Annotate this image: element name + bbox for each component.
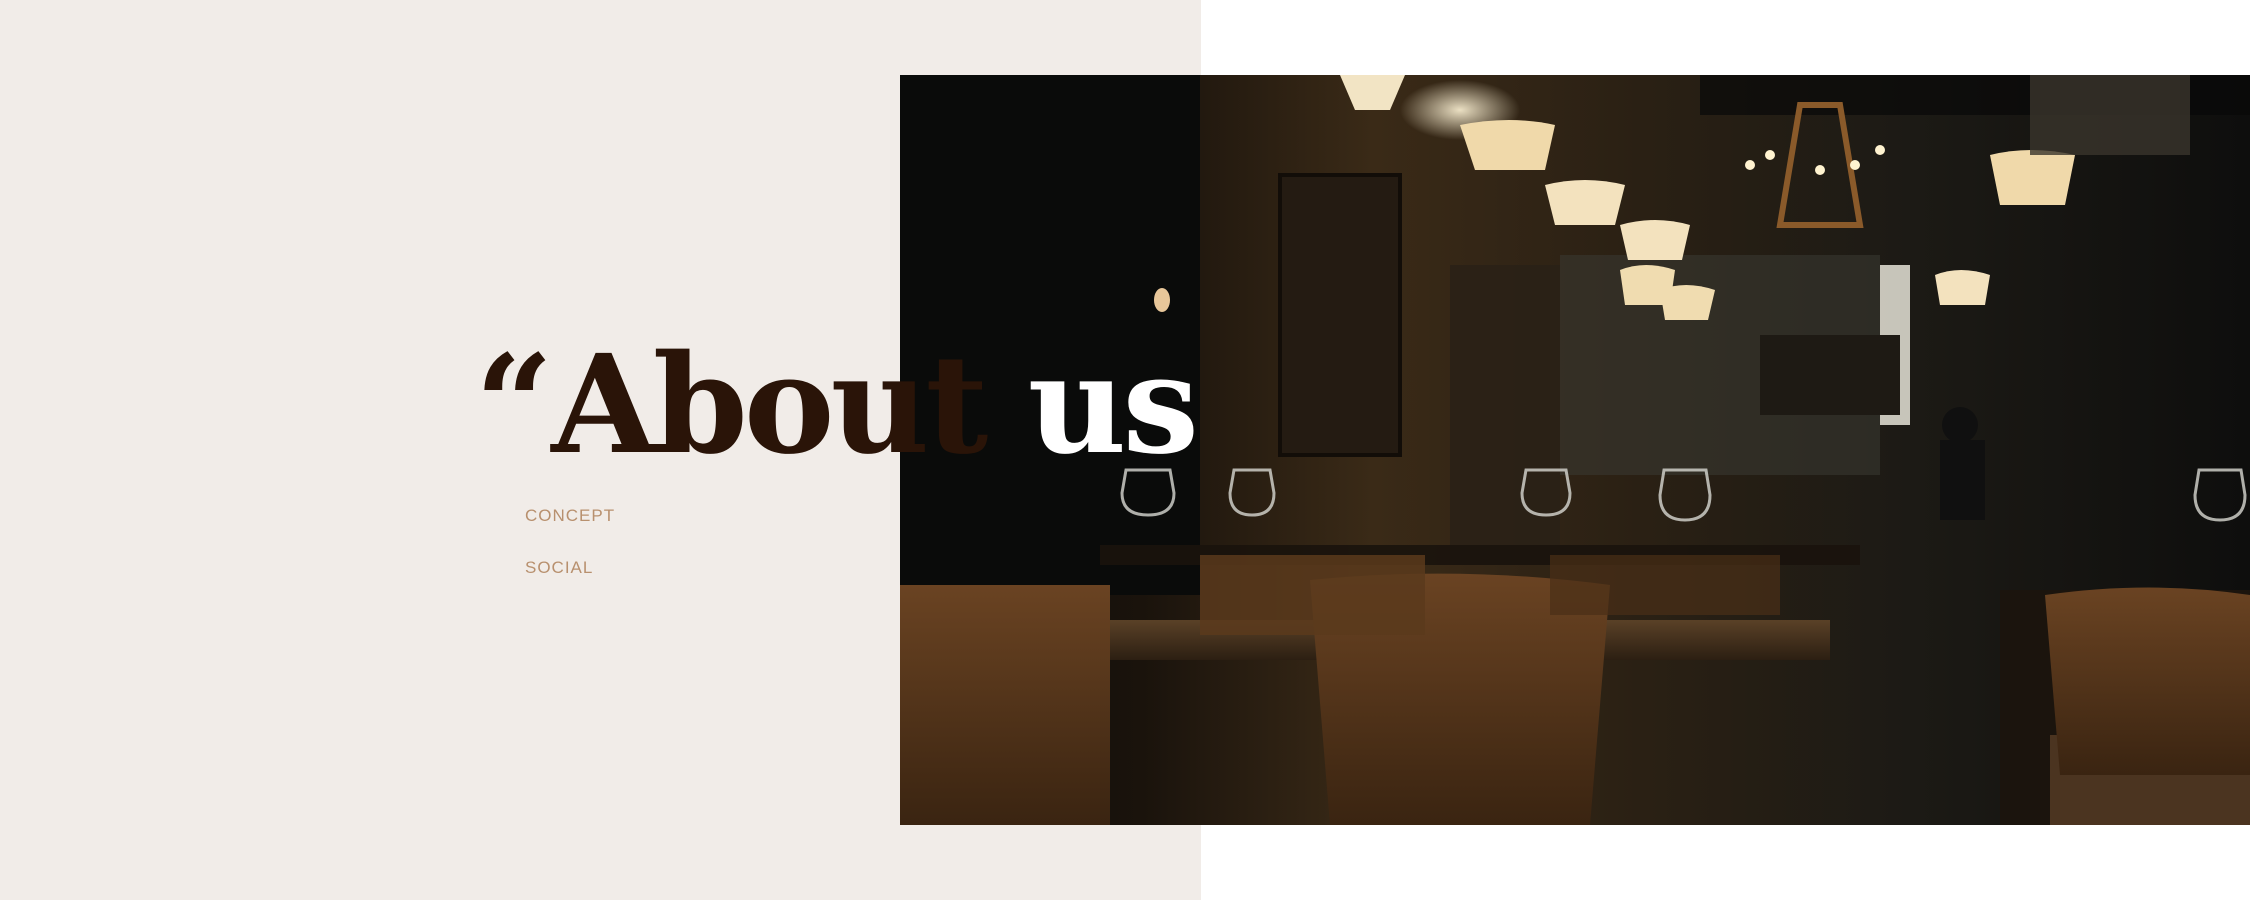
nav-link-concept[interactable]: CONCEPT bbox=[525, 505, 615, 527]
page-title-light-part: us bbox=[1027, 325, 1199, 485]
page-title: “About us bbox=[475, 330, 1199, 480]
page-title-dark-part: About bbox=[551, 325, 1028, 485]
section-nav: CONCEPT SOCIAL bbox=[525, 505, 615, 579]
nav-link-social[interactable]: SOCIAL bbox=[525, 557, 615, 579]
opening-quote-mark: “ bbox=[475, 325, 553, 485]
